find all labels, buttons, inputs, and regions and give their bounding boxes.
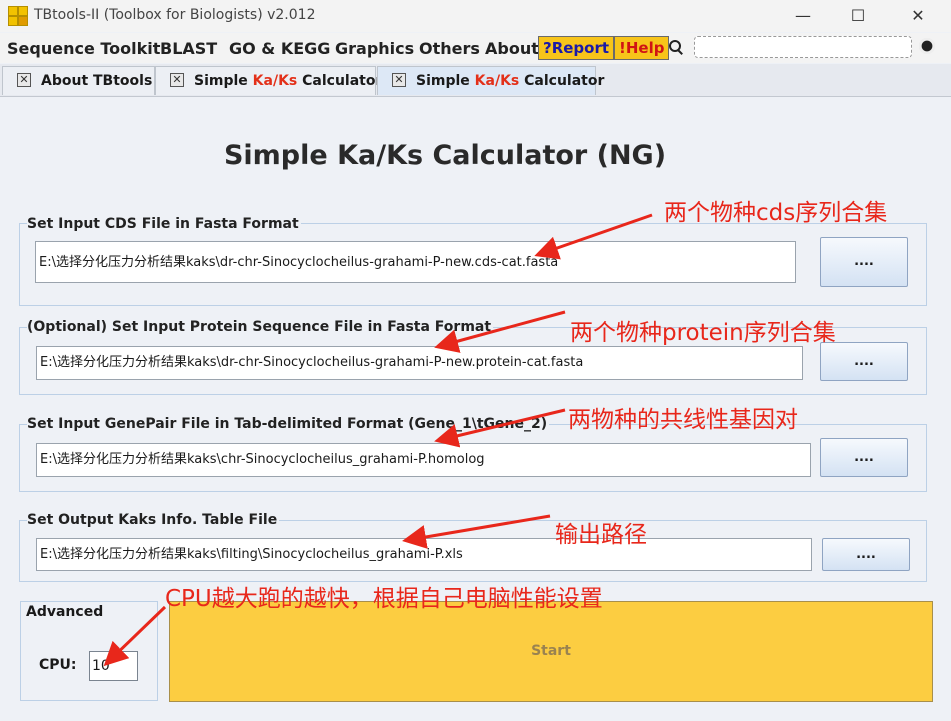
annotation-output: 输出路径 — [555, 522, 647, 548]
arrow-output — [402, 514, 551, 549]
annotation-cds: 两个物种cds序列合集 — [664, 200, 888, 226]
arrow-cds — [534, 213, 653, 260]
arrow-protein — [434, 310, 566, 353]
arrow-genepair — [434, 408, 566, 448]
annotation-genepair: 两物种的共线性基因对 — [568, 407, 798, 433]
annotation-protein: 两个物种protein序列合集 — [570, 320, 836, 346]
annotation-cpu: CPU越大跑的越快，根据自己电脑性能设置 — [165, 586, 603, 612]
arrow-cpu — [103, 605, 167, 667]
